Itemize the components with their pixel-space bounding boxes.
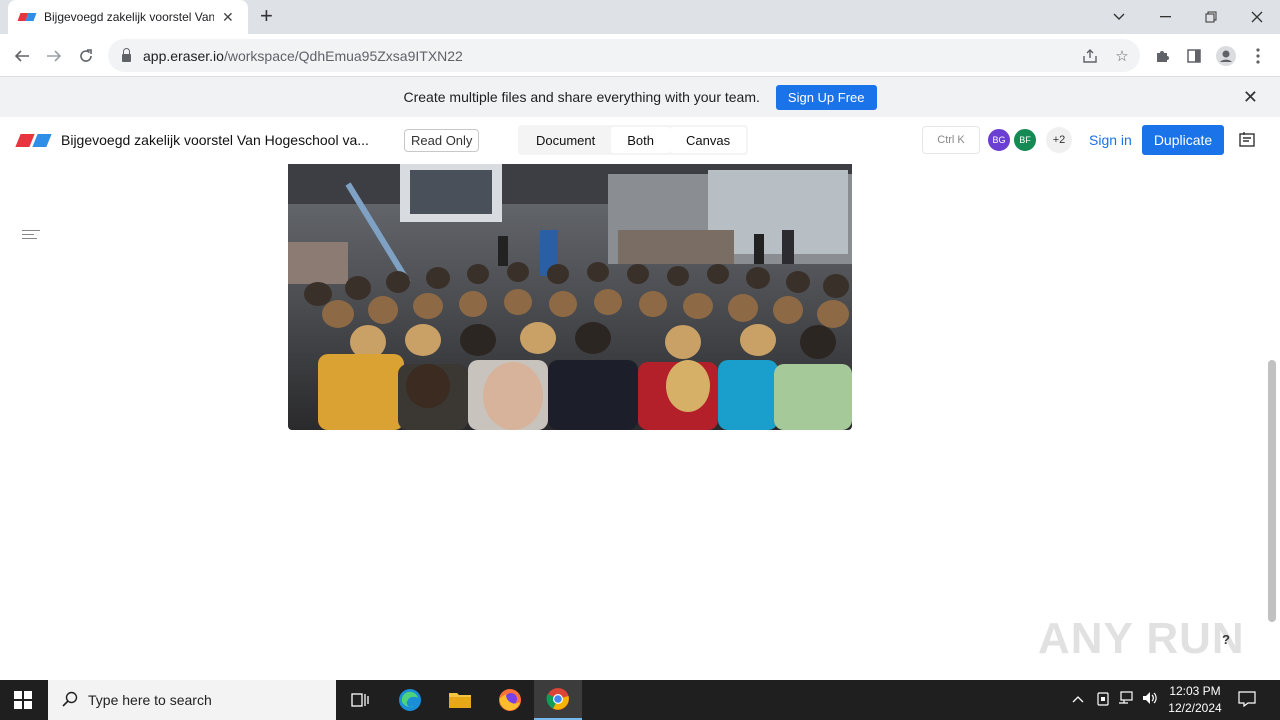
avatar[interactable]: BG	[986, 127, 1012, 153]
duplicate-button[interactable]: Duplicate	[1142, 125, 1224, 155]
table-of-contents-icon[interactable]	[22, 230, 40, 242]
file-explorer-icon[interactable]	[436, 680, 484, 720]
anyrun-watermark: ANY RUN	[1038, 614, 1245, 663]
device-icon[interactable]	[1096, 691, 1110, 710]
volume-icon[interactable]	[1142, 691, 1158, 708]
new-tab-icon[interactable]: +	[260, 5, 273, 27]
notifications-icon[interactable]	[1238, 691, 1256, 710]
minimize-icon[interactable]	[1142, 0, 1188, 34]
eraser-logo-icon[interactable]	[15, 134, 52, 147]
chrome-icon[interactable]	[534, 680, 582, 720]
scrollbar-thumb[interactable]	[1268, 360, 1276, 622]
banner-text: Create multiple files and share everythi…	[403, 89, 760, 105]
browser-tab[interactable]: Bijgevoegd zakelijk voorstel Van ✕	[8, 0, 248, 34]
system-clock[interactable]: 12:03 PM 12/2/2024	[1162, 683, 1228, 717]
url-bar[interactable]: app.eraser.io/workspace/QdhEmua95Zxsa9IT…	[108, 39, 1140, 72]
back-icon[interactable]	[10, 44, 34, 68]
close-window-icon[interactable]	[1234, 0, 1280, 34]
profile-icon[interactable]	[1216, 46, 1236, 66]
tab-both[interactable]: Both	[611, 127, 670, 153]
taskbar: Type here to search 12:03 PM 12/2/2024	[0, 680, 1280, 720]
share-icon[interactable]	[1080, 46, 1100, 66]
help-button[interactable]: ?	[1222, 632, 1230, 647]
network-icon[interactable]	[1118, 691, 1134, 708]
tab-strip: Bijgevoegd zakelijk voorstel Van ✕ +	[0, 0, 1280, 34]
bookmark-star-icon[interactable]: ☆	[1112, 46, 1132, 66]
tab-document[interactable]: Document	[520, 127, 611, 153]
reload-icon[interactable]	[74, 44, 98, 68]
tab-title: Bijgevoegd zakelijk voorstel Van	[44, 10, 214, 24]
address-toolbar: app.eraser.io/workspace/QdhEmua95Zxsa9IT…	[0, 34, 1280, 77]
conference-photo	[288, 164, 852, 430]
side-panel-icon[interactable]	[1184, 46, 1204, 66]
search-icon	[62, 691, 78, 710]
menu-kebab-icon[interactable]	[1248, 46, 1268, 66]
task-view-icon[interactable]	[336, 680, 384, 720]
clock-time: 12:03 PM	[1169, 684, 1221, 698]
sign-up-free-button[interactable]: Sign Up Free	[775, 84, 877, 110]
search-placeholder: Type here to search	[88, 692, 212, 708]
app-header: Bijgevoegd zakelijk voorstel Van Hogesch…	[0, 117, 1280, 164]
document-title: Bijgevoegd zakelijk voorstel Van Hogesch…	[61, 132, 369, 148]
extensions-icon[interactable]	[1152, 46, 1172, 66]
windows-start-icon[interactable]	[14, 691, 32, 709]
tab-search-chevron-icon[interactable]	[1096, 0, 1142, 34]
edge-browser-icon[interactable]	[386, 680, 434, 720]
close-tab-icon[interactable]: ✕	[222, 9, 234, 26]
document-canvas	[0, 164, 1280, 680]
document-outline-icon[interactable]	[1238, 131, 1256, 149]
more-collaborators-badge[interactable]: +2	[1046, 127, 1072, 153]
command-palette-button[interactable]: Ctrl K	[922, 126, 980, 154]
clock-date: 12/2/2024	[1168, 701, 1222, 715]
url-path: /workspace/QdhEmua95Zxsa9ITXN22	[223, 47, 463, 64]
avatar[interactable]: BF	[1012, 127, 1038, 153]
eraser-favicon-icon	[17, 12, 37, 22]
view-switcher: Document Both Canvas	[518, 125, 749, 155]
sign-in-link[interactable]: Sign in	[1089, 132, 1132, 148]
close-banner-icon[interactable]: ✕	[1243, 87, 1258, 108]
firefox-icon[interactable]	[486, 680, 534, 720]
read-only-badge: Read Only	[404, 129, 480, 152]
forward-icon[interactable]	[42, 44, 66, 68]
show-hidden-icons-chevron-icon[interactable]	[1072, 691, 1084, 706]
restore-icon[interactable]	[1188, 0, 1234, 34]
promo-banner: Create multiple files and share everythi…	[0, 77, 1280, 117]
lock-icon	[122, 47, 131, 62]
taskbar-search-box[interactable]: Type here to search	[48, 680, 336, 720]
tab-canvas[interactable]: Canvas	[670, 127, 747, 153]
url-host: app.eraser.io	[143, 47, 224, 64]
